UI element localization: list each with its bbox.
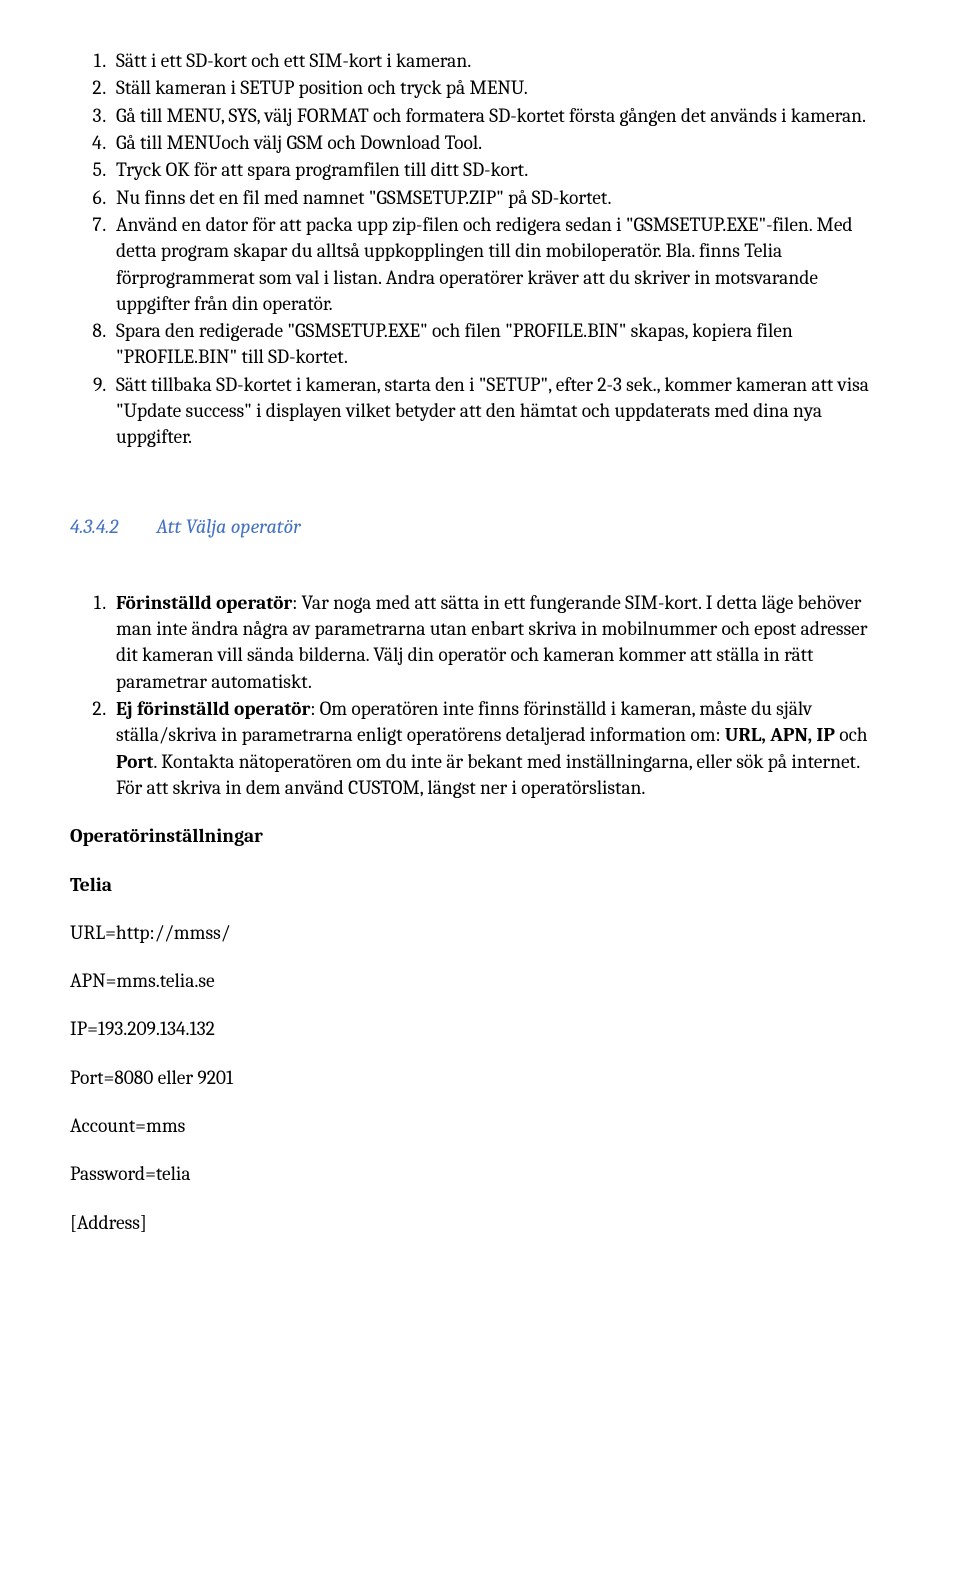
setting-password: Password=telia: [70, 1161, 890, 1187]
setting-address: [Address]: [70, 1210, 890, 1236]
step-3: Gå till MENU, SYS, välj FORMAT och forma…: [110, 103, 890, 129]
step-5: Tryck OK för att spara programfilen till…: [110, 157, 890, 183]
option-1-title: Förinställd operatör: [116, 591, 292, 614]
setting-ip: IP=193.209.134.132: [70, 1016, 890, 1042]
setting-account: Account=mms: [70, 1113, 890, 1139]
step-2: Ställ kameran i SETUP position och tryck…: [110, 75, 890, 101]
numbered-steps-list: Sätt i ett SD-kort och ett SIM-kort i ka…: [70, 48, 890, 451]
settings-heading: Operatörinställningar: [70, 823, 890, 849]
setting-apn: APN=mms.telia.se: [70, 968, 890, 994]
step-8: Spara den redigerade "GSMSETUP.EXE" och …: [110, 318, 890, 371]
option-2-text-b: och: [835, 723, 868, 746]
section-number: 4.3.4.2: [70, 513, 118, 540]
option-2-text-c: . Kontakta nätoperatören om du inte är b…: [116, 750, 860, 799]
step-1: Sätt i ett SD-kort och ett SIM-kort i ka…: [110, 48, 890, 74]
option-1: Förinställd operatör: Var noga med att s…: [110, 590, 890, 695]
section-heading: 4.3.4.2 Att Välja operatör: [70, 513, 890, 540]
step-7: Använd en dator för att packa upp zip-fi…: [110, 212, 890, 317]
provider-name: Telia: [70, 872, 890, 898]
step-4: Gå till MENUoch välj GSM och Download To…: [110, 130, 890, 156]
section-title: Att Välja operatör: [156, 515, 300, 538]
step-9: Sätt tillbaka SD-kortet i kameran, start…: [110, 372, 890, 451]
option-2-port: Port: [116, 750, 153, 773]
option-2-title: Ej förinställd operatör: [116, 697, 310, 720]
option-2-params: URL, APN, IP: [725, 723, 835, 746]
setting-url: URL=http://mmss/: [70, 920, 890, 946]
operator-options-list: Förinställd operatör: Var noga med att s…: [70, 590, 890, 802]
step-6: Nu finns det en fil med namnet "GSMSETUP…: [110, 185, 890, 211]
option-2: Ej förinställd operatör: Om operatören i…: [110, 696, 890, 801]
setting-port: Port=8080 eller 9201: [70, 1065, 890, 1091]
